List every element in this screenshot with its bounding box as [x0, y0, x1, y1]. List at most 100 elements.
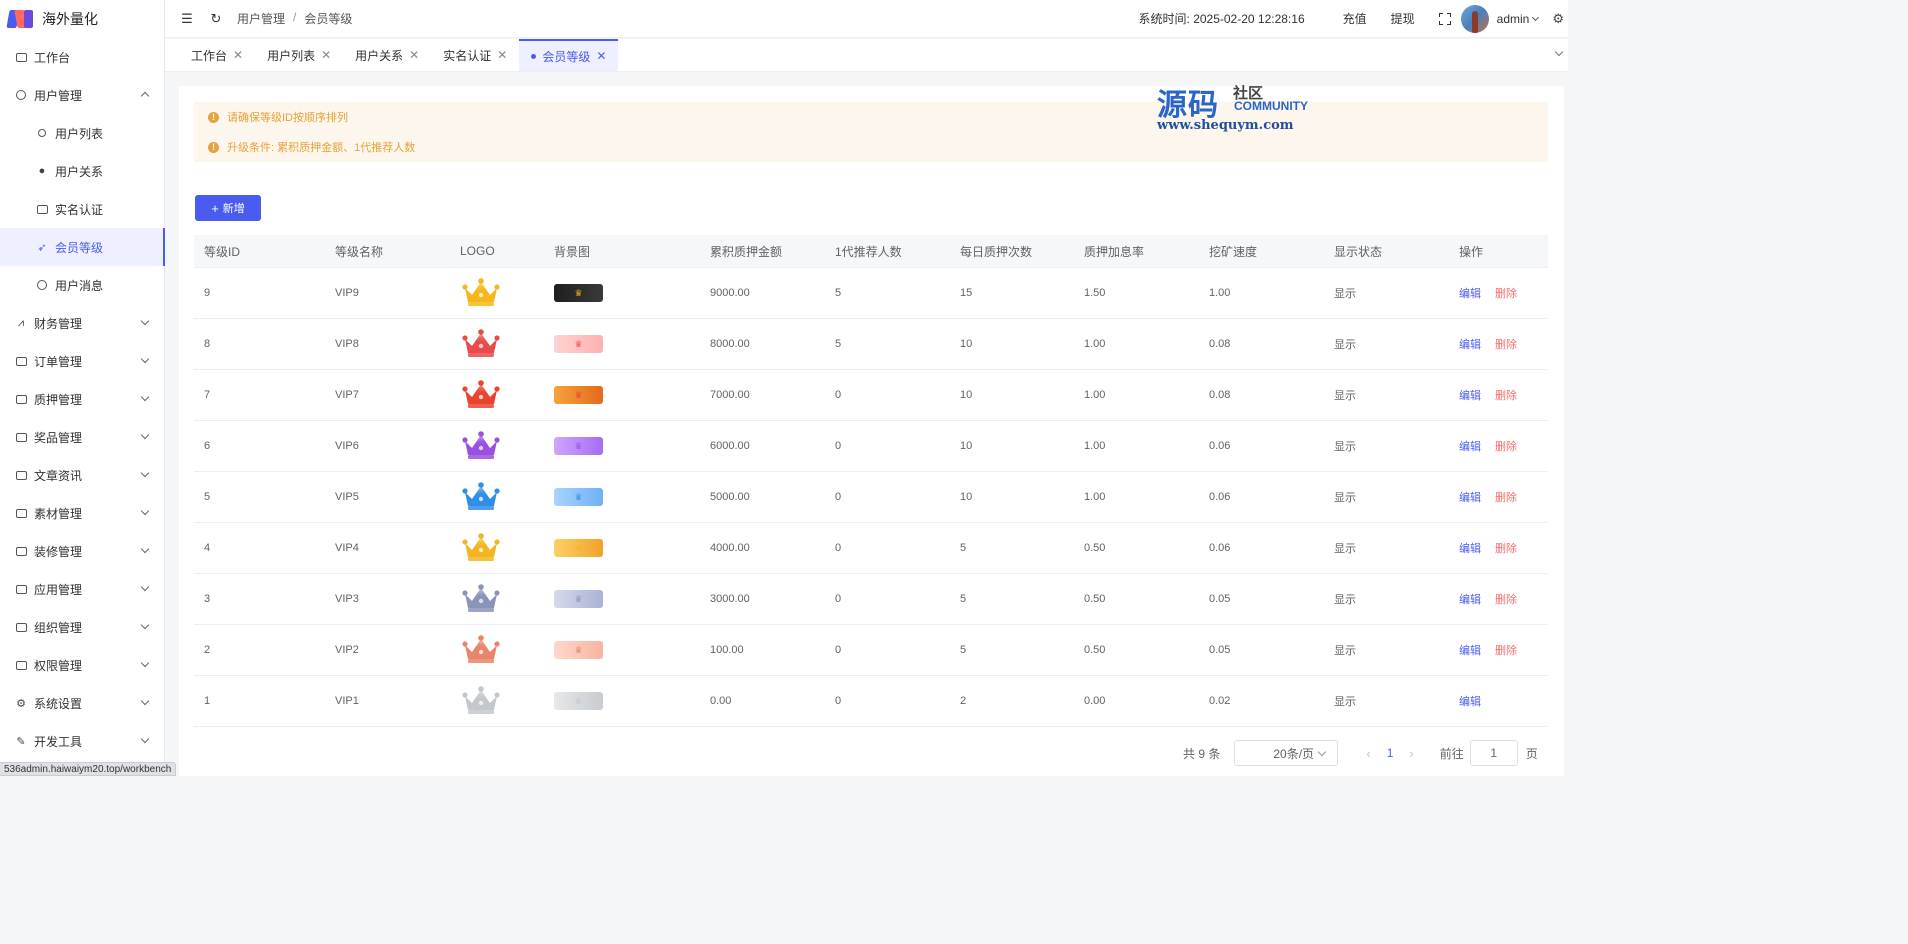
tab[interactable]: 用户列表 ✕: [255, 39, 343, 71]
edit-button[interactable]: 编辑: [1459, 438, 1481, 454]
add-level-button[interactable]: + 新增: [195, 195, 261, 221]
sidebar-item[interactable]: 奖品管理: [0, 418, 164, 456]
cell-id: 7: [204, 389, 211, 401]
withdraw-link[interactable]: 提现: [1391, 10, 1415, 27]
background-thumbnail[interactable]: ♛: [554, 641, 603, 659]
crown-icon: ♛: [574, 338, 583, 349]
table-row: 9 VIP9 ♛ 9000.00 5 15 1.50 1.00 显示 编辑 删除: [194, 268, 1548, 319]
tab-label: 用户列表: [267, 48, 316, 63]
app-icon: [15, 583, 27, 595]
delete-button[interactable]: 删除: [1495, 540, 1517, 556]
delete-button[interactable]: 删除: [1495, 336, 1517, 352]
delete-button[interactable]: 删除: [1495, 489, 1517, 505]
level-table: 等级ID 等级名称 LOGO 背景图 累积质押金额 1代推荐人数 每日质押次数 质押加息率 挖矿…: [194, 235, 1548, 727]
cell-speed: 0.08: [1209, 338, 1231, 350]
tab[interactable]: 实名认证 ✕: [431, 39, 519, 71]
crown-logo-icon: [462, 380, 500, 408]
close-icon[interactable]: ✕: [497, 48, 507, 62]
sidebar-item[interactable]: 订单管理: [0, 342, 164, 380]
delete-button[interactable]: 删除: [1495, 642, 1517, 658]
cell-referrals: 0: [835, 389, 842, 401]
lock-icon: [15, 659, 27, 671]
cell-name: VIP4: [335, 542, 359, 554]
sidebar-item[interactable]: 素材管理: [0, 494, 164, 532]
cell-id: 5: [204, 491, 211, 503]
menu-collapse-icon[interactable]: ☰: [180, 11, 194, 26]
goto-page-input[interactable]: 1: [1469, 740, 1518, 766]
edit-button[interactable]: 编辑: [1459, 591, 1481, 607]
breadcrumb-separator: /: [293, 10, 297, 24]
edit-button[interactable]: 编辑: [1459, 489, 1481, 505]
page-number[interactable]: 1: [1387, 746, 1394, 760]
delete-button[interactable]: 删除: [1495, 438, 1517, 454]
background-thumbnail[interactable]: ♛: [554, 590, 603, 608]
sidebar-item-label: 实名认证: [55, 202, 104, 217]
sidebar-item[interactable]: ➶ 会员等级: [0, 228, 165, 266]
column-header: 挖矿速度: [1209, 244, 1258, 259]
chevron-down-icon[interactable]: [1532, 13, 1540, 21]
cell-name: VIP9: [335, 287, 359, 299]
bag-icon: [15, 431, 27, 443]
background-cell: ♛: [544, 641, 700, 659]
delete-button[interactable]: 删除: [1495, 387, 1517, 403]
tab[interactable]: 会员等级 ✕: [519, 39, 619, 71]
sidebar-item[interactable]: 权限管理: [0, 646, 164, 684]
fullscreen-icon[interactable]: [1438, 12, 1451, 25]
sidebar-item[interactable]: 工作台: [0, 38, 164, 76]
close-icon[interactable]: ✕: [409, 48, 419, 62]
breadcrumb-item[interactable]: 用户管理: [237, 10, 285, 27]
edit-button[interactable]: 编辑: [1459, 693, 1481, 709]
edit-button[interactable]: 编辑: [1459, 387, 1481, 403]
chevron-down-icon: [140, 468, 150, 478]
gear-icon[interactable]: ⚙: [1552, 11, 1564, 27]
sidebar-item[interactable]: 用户管理: [0, 76, 164, 114]
sidebar-item[interactable]: ⩘ 财务管理: [0, 304, 164, 342]
cell-status: 显示: [1334, 543, 1356, 555]
background-thumbnail[interactable]: ♛: [554, 539, 603, 557]
recharge-link[interactable]: 充值: [1343, 10, 1367, 27]
edit-button[interactable]: 编辑: [1459, 642, 1481, 658]
background-thumbnail[interactable]: ♛: [554, 284, 603, 302]
edit-button[interactable]: 编辑: [1459, 285, 1481, 301]
sidebar-item[interactable]: 文章资讯: [0, 456, 164, 494]
background-thumbnail[interactable]: ♛: [554, 335, 603, 353]
crown-logo-icon: [462, 482, 500, 510]
background-thumbnail[interactable]: ♛: [554, 437, 603, 455]
sidebar-item[interactable]: 装修管理: [0, 532, 164, 570]
edit-button[interactable]: 编辑: [1459, 540, 1481, 556]
watermark-logo: 源码 社区 COMMUNITY www.shequym.com: [1157, 80, 1327, 138]
actions-cell: 编辑 删除: [1449, 642, 1548, 658]
close-icon[interactable]: ✕: [321, 48, 331, 62]
sidebar-item[interactable]: ● 用户关系: [0, 152, 164, 190]
edit-button[interactable]: 编辑: [1459, 336, 1481, 352]
main-card: ! 请确保等级ID按顺序排列 ! 升级条件: 累积质押金额、1代推荐人数 源码 …: [179, 85, 1564, 776]
delete-button[interactable]: 删除: [1495, 591, 1517, 607]
close-icon[interactable]: ✕: [233, 48, 243, 62]
avatar[interactable]: [1460, 4, 1489, 33]
user-name[interactable]: admin: [1497, 12, 1530, 26]
logo-cell: [450, 430, 544, 462]
sidebar-item[interactable]: ✎ 开发工具: [0, 722, 164, 760]
background-thumbnail[interactable]: ♛: [554, 692, 603, 710]
sidebar-item[interactable]: 质押管理: [0, 380, 164, 418]
tab[interactable]: 用户关系 ✕: [343, 39, 431, 71]
page-size-select[interactable]: 20条/页: [1234, 740, 1339, 766]
sidebar-item[interactable]: ⚙ 系统设置: [0, 684, 164, 722]
close-icon[interactable]: ✕: [596, 49, 606, 63]
cell-daily: 10: [960, 491, 973, 503]
sidebar-item[interactable]: 用户列表: [0, 114, 164, 152]
sidebar-item[interactable]: 用户消息: [0, 266, 164, 304]
next-page-icon[interactable]: ›: [1409, 746, 1413, 761]
prev-page-icon[interactable]: ‹: [1366, 746, 1370, 761]
sidebar-item[interactable]: 实名认证: [0, 190, 164, 228]
tabs-more-chevron-icon[interactable]: [1554, 47, 1564, 57]
tab[interactable]: 工作台 ✕: [179, 39, 255, 71]
background-thumbnail[interactable]: ♛: [554, 488, 603, 506]
background-thumbnail[interactable]: ♛: [554, 386, 603, 404]
sidebar-item[interactable]: 应用管理: [0, 570, 164, 608]
cell-rate: 0.00: [1084, 695, 1106, 707]
refresh-icon[interactable]: ↻: [209, 11, 223, 26]
app-logo[interactable]: 海外量化: [0, 0, 164, 38]
sidebar-item[interactable]: 组织管理: [0, 608, 164, 646]
delete-button[interactable]: 删除: [1495, 285, 1517, 301]
